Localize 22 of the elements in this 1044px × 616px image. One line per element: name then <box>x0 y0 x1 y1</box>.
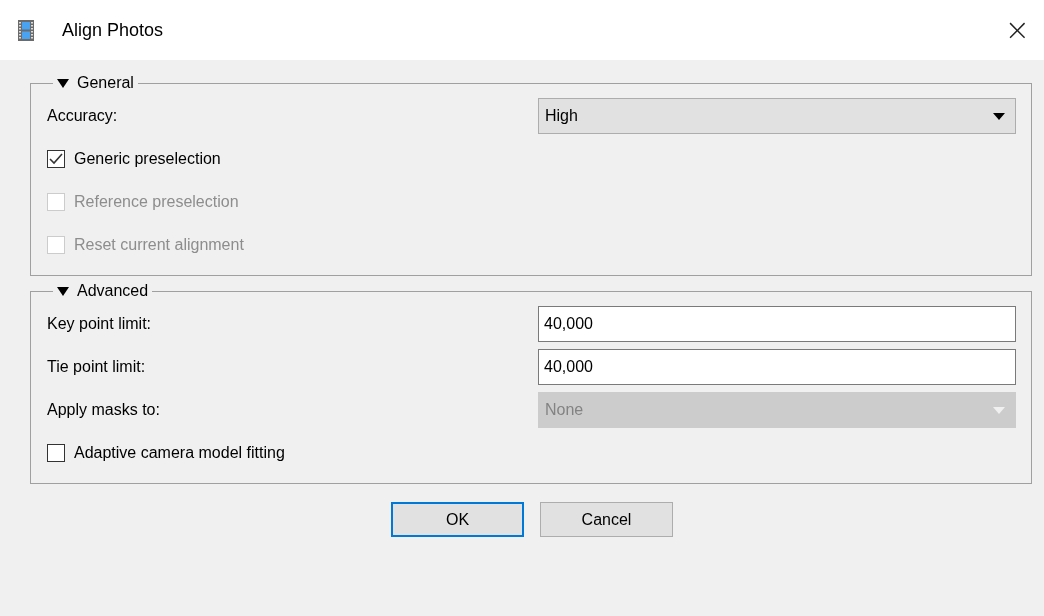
field-label: Accuracy: <box>47 107 119 125</box>
dialog-button[interactable]: OK <box>391 502 524 537</box>
checkbox[interactable] <box>47 150 65 168</box>
checkbox-label[interactable]: Generic preselection <box>47 141 1016 177</box>
caret-icon <box>993 112 1005 120</box>
input-field[interactable]: 40,000 <box>538 306 1016 342</box>
checkbox-label[interactable]: Adaptive camera model fitting <box>47 435 1016 471</box>
field-label: Apply masks to: <box>47 401 161 419</box>
collapse-triangle-icon[interactable] <box>57 286 69 296</box>
window-title: Align Photos <box>62 19 165 41</box>
group-title: General <box>77 74 134 92</box>
input-field[interactable]: 40,000 <box>538 349 1016 385</box>
film-strip-icon <box>18 19 34 41</box>
field-label: Tie point limit: <box>47 358 147 376</box>
field-label: Key point limit: <box>47 315 153 333</box>
caret-icon <box>993 406 1005 414</box>
close-button[interactable]: × <box>1000 15 1034 45</box>
group-title: Advanced <box>77 282 149 300</box>
checkbox[interactable] <box>47 444 65 462</box>
dropdown[interactable]: High <box>538 98 1016 134</box>
dialog-button[interactable]: Cancel <box>540 502 673 537</box>
collapse-triangle-icon[interactable] <box>57 78 69 88</box>
